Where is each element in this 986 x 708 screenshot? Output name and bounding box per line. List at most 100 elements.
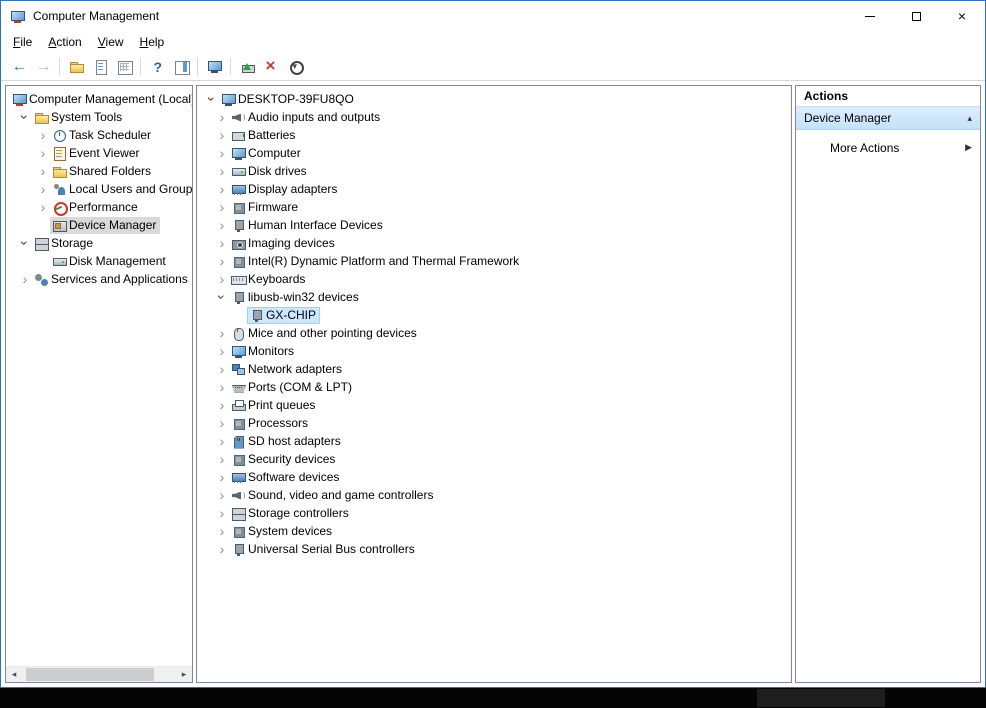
device-category-audio-inputs-outputs[interactable]: Audio inputs and outputs: [205, 108, 791, 126]
device-category-imaging-devices[interactable]: Imaging devices: [205, 234, 791, 252]
show-console-tree-button[interactable]: [64, 55, 88, 79]
expander-icon[interactable]: [215, 326, 229, 340]
expander-icon[interactable]: [215, 290, 229, 304]
expander-icon[interactable]: [215, 506, 229, 520]
tree-item-shared-folders[interactable]: Shared Folders: [8, 162, 192, 180]
device-category-display-adapters[interactable]: Display adapters: [205, 180, 791, 198]
expander-icon[interactable]: [36, 146, 50, 160]
close-button[interactable]: ×: [939, 1, 985, 31]
actions-item-device-manager[interactable]: Device Manager ▴: [796, 107, 980, 130]
taskbar-segment[interactable]: [757, 689, 885, 707]
expander-icon[interactable]: [215, 164, 229, 178]
expander-icon[interactable]: [215, 200, 229, 214]
device-category-network-adapters[interactable]: Network adapters: [205, 360, 791, 378]
tree-item-label: Display adapters: [246, 182, 337, 196]
tree-item-services-and-applications[interactable]: Services and Applications: [8, 270, 192, 288]
expander-icon[interactable]: [215, 488, 229, 502]
disable-device-button[interactable]: [283, 55, 307, 79]
collapse-chevron-icon[interactable]: ▴: [967, 113, 972, 124]
expander-icon[interactable]: [36, 128, 50, 142]
device-category-print-queues[interactable]: Print queues: [205, 396, 791, 414]
device-category-intel-dptf[interactable]: Intel(R) Dynamic Platform and Thermal Fr…: [205, 252, 791, 270]
device-category-mice[interactable]: Mice and other pointing devices: [205, 324, 791, 342]
expander-icon[interactable]: [18, 236, 32, 250]
expander-icon[interactable]: [18, 110, 32, 124]
device-category-disk-drives[interactable]: Disk drives: [205, 162, 791, 180]
device-category-computer[interactable]: Computer: [205, 144, 791, 162]
device-category-batteries[interactable]: Batteries: [205, 126, 791, 144]
expander-icon[interactable]: [36, 200, 50, 214]
expander-icon[interactable]: [215, 128, 229, 142]
maximize-button[interactable]: [893, 1, 939, 31]
device-category-sound-video-game-controllers[interactable]: Sound, video and game controllers: [205, 486, 791, 504]
expander-icon[interactable]: [215, 182, 229, 196]
tree-item-storage[interactable]: Storage: [8, 234, 192, 252]
expander-icon[interactable]: [215, 236, 229, 250]
expander-icon[interactable]: [215, 362, 229, 376]
scroll-left-button[interactable]: ◂: [6, 667, 22, 682]
device-category-firmware[interactable]: Firmware: [205, 198, 791, 216]
device-category-security-devices[interactable]: Security devices: [205, 450, 791, 468]
expander-icon[interactable]: [205, 92, 219, 106]
expander-icon[interactable]: [215, 542, 229, 556]
expander-icon[interactable]: [215, 146, 229, 160]
taskbar[interactable]: [0, 688, 986, 708]
device-root-desktop-39fu8qo[interactable]: DESKTOP-39FU8QO: [205, 90, 791, 108]
expander-icon[interactable]: [215, 254, 229, 268]
tree-item-device-manager[interactable]: Device Manager: [8, 216, 192, 234]
device-category-monitors[interactable]: Monitors: [205, 342, 791, 360]
expander-icon[interactable]: [215, 416, 229, 430]
uninstall-device-button[interactable]: [259, 55, 283, 79]
tree-item-task-scheduler[interactable]: Task Scheduler: [8, 126, 192, 144]
expander-icon[interactable]: [215, 218, 229, 232]
properties-button[interactable]: [112, 55, 136, 79]
expander-icon[interactable]: [215, 470, 229, 484]
device-category-processors[interactable]: Processors: [205, 414, 791, 432]
tree-item-disk-management[interactable]: Disk Management: [8, 252, 192, 270]
back-button[interactable]: [7, 55, 31, 79]
expander-icon[interactable]: [215, 398, 229, 412]
expander-icon[interactable]: [215, 524, 229, 538]
scan-hardware-changes-button[interactable]: [202, 55, 226, 79]
export-list-button[interactable]: [88, 55, 112, 79]
tree-item-event-viewer[interactable]: Event Viewer: [8, 144, 192, 162]
expander-icon[interactable]: [215, 272, 229, 286]
expander-icon[interactable]: [215, 380, 229, 394]
device-category-human-interface-devices[interactable]: Human Interface Devices: [205, 216, 791, 234]
scroll-right-button[interactable]: ▸: [176, 667, 192, 682]
forward-icon: [36, 59, 51, 74]
device-category-system-devices[interactable]: System devices: [205, 522, 791, 540]
actions-item-more-actions[interactable]: More Actions ▶: [796, 136, 980, 159]
expander-icon[interactable]: [215, 452, 229, 466]
device-item-gx-chip[interactable]: GX-CHIP: [205, 306, 791, 324]
left-pane-horizontal-scrollbar[interactable]: ◂ ▸: [6, 666, 192, 682]
expander-icon[interactable]: [215, 344, 229, 358]
tree-item-performance[interactable]: Performance: [8, 198, 192, 216]
help-button[interactable]: [145, 55, 169, 79]
device-category-usb-controllers[interactable]: Universal Serial Bus controllers: [205, 540, 791, 558]
scrollbar-track[interactable]: [22, 667, 176, 682]
scrollbar-thumb[interactable]: [26, 668, 154, 681]
expander-icon[interactable]: [215, 434, 229, 448]
expander-icon[interactable]: [18, 272, 32, 286]
device-category-keyboards[interactable]: Keyboards: [205, 270, 791, 288]
expander-icon[interactable]: [36, 164, 50, 178]
device-category-ports-com-lpt[interactable]: Ports (COM & LPT): [205, 378, 791, 396]
device-category-libusb-win32-devices[interactable]: libusb-win32 devices: [205, 288, 791, 306]
minimize-button[interactable]: [847, 1, 893, 31]
expander-icon[interactable]: [36, 182, 50, 196]
menu-action[interactable]: Action: [40, 33, 89, 51]
show-action-pane-button[interactable]: [169, 55, 193, 79]
device-category-storage-controllers[interactable]: Storage controllers: [205, 504, 791, 522]
update-driver-button[interactable]: [235, 55, 259, 79]
tree-item-computer-management[interactable]: Computer Management (Local): [8, 90, 192, 108]
forward-button[interactable]: [31, 55, 55, 79]
device-category-sd-host-adapters[interactable]: SD host adapters: [205, 432, 791, 450]
menu-file[interactable]: File: [5, 33, 40, 51]
menu-help[interactable]: Help: [132, 33, 173, 51]
tree-item-local-users-and-groups[interactable]: Local Users and Groups: [8, 180, 192, 198]
expander-icon[interactable]: [215, 110, 229, 124]
device-category-software-devices[interactable]: Software devices: [205, 468, 791, 486]
menu-view[interactable]: View: [90, 33, 132, 51]
tree-item-system-tools[interactable]: System Tools: [8, 108, 192, 126]
